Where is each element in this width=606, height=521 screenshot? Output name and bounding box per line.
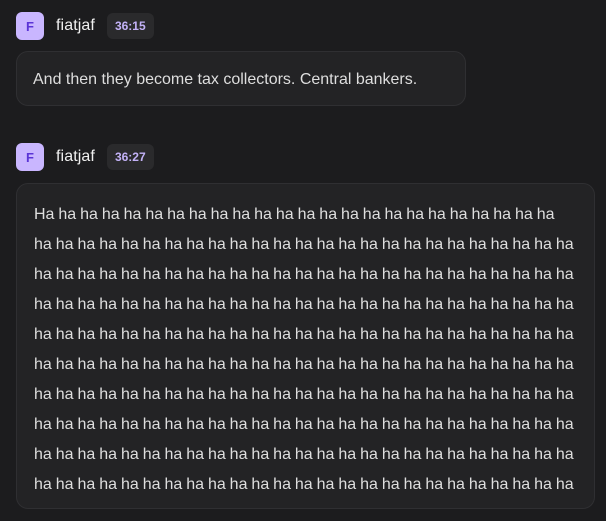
author-name[interactable]: fiatjaf — [56, 148, 95, 166]
message-bubble: Ha ha ha ha ha ha ha ha ha ha ha ha ha h… — [16, 183, 595, 509]
message-text: Ha ha ha ha ha ha ha ha ha ha ha ha ha h… — [34, 206, 574, 493]
timestamp-badge[interactable]: 36:27 — [106, 144, 154, 170]
message-header: F fiatjaf 36:15 — [16, 12, 154, 40]
avatar[interactable]: F — [16, 12, 44, 40]
timestamp-badge[interactable]: 36:15 — [106, 13, 154, 39]
author-name[interactable]: fiatjaf — [56, 17, 95, 35]
message-header: F fiatjaf 36:27 — [16, 143, 154, 171]
message-text: And then they become tax collectors. Cen… — [33, 71, 418, 88]
avatar[interactable]: F — [16, 143, 44, 171]
message-bubble: And then they become tax collectors. Cen… — [16, 51, 466, 106]
